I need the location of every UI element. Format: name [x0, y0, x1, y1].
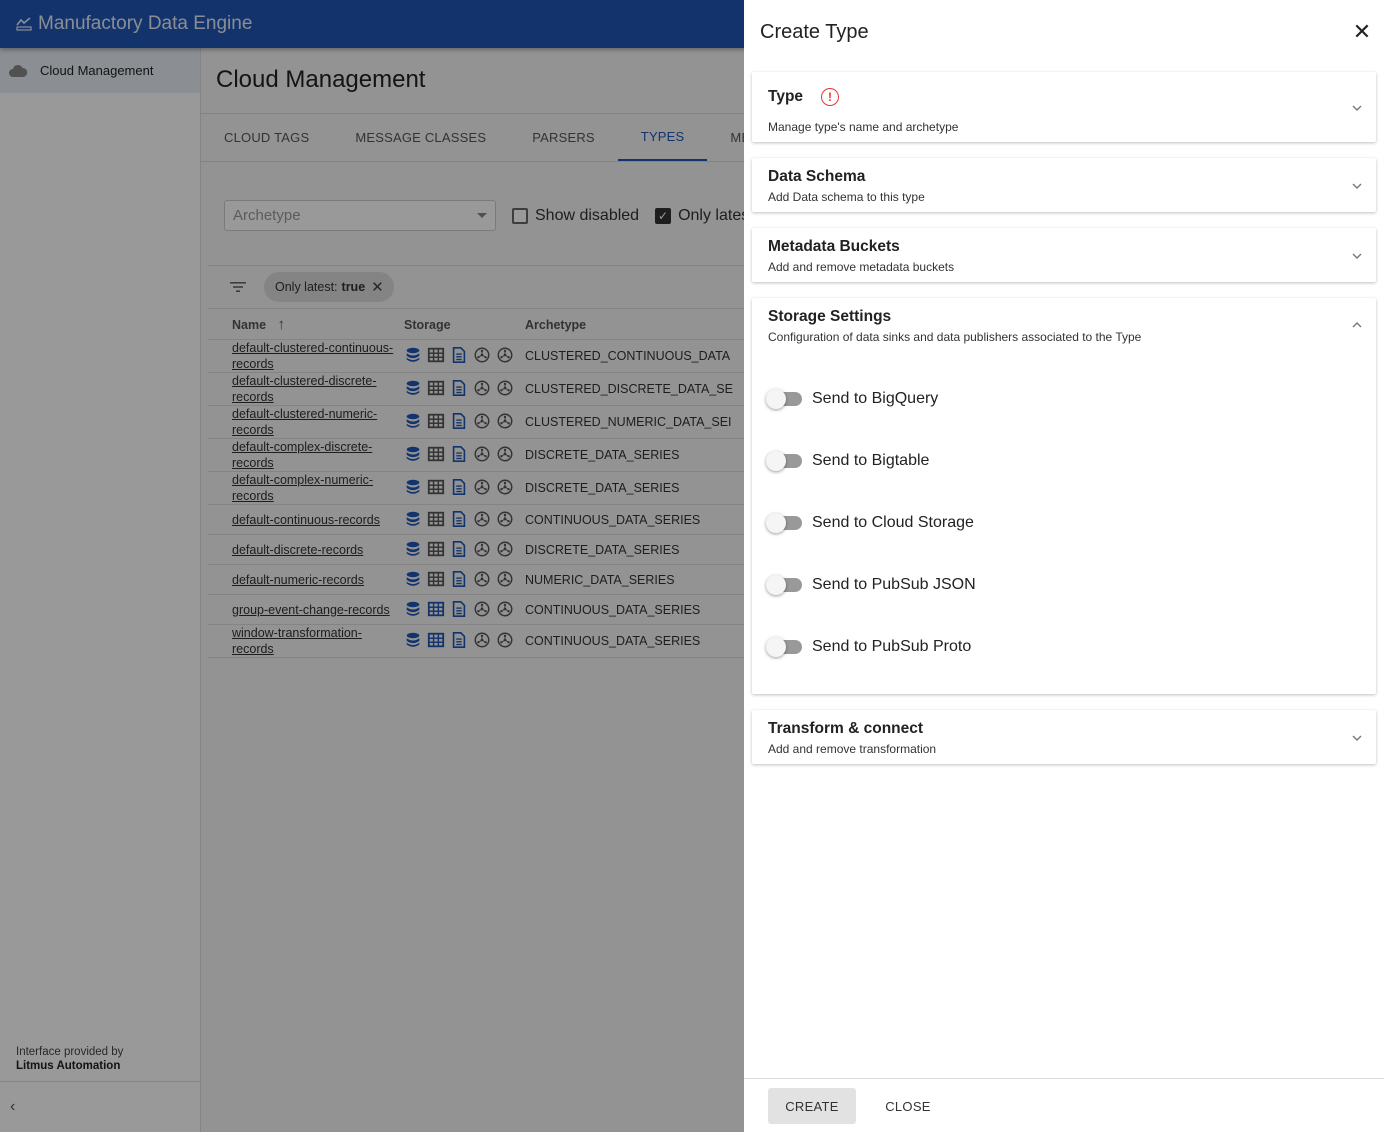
panel-subtitle: Add and remove transformation: [768, 742, 937, 756]
toggle-knob: [766, 513, 786, 533]
toggle-label: Send to PubSub JSON: [812, 576, 976, 593]
panel-transform-connect[interactable]: Transform & connect Add and remove trans…: [752, 710, 1376, 764]
panel-title[interactable]: Storage Settings: [768, 308, 891, 326]
toggle-switch[interactable]: [766, 637, 802, 657]
panel-subtitle: Add Data schema to this type: [768, 190, 925, 204]
toggle-label: Send to Cloud Storage: [812, 514, 974, 531]
storage-toggle[interactable]: Send to Bigtable: [766, 451, 930, 471]
close-icon[interactable]: ✕: [1350, 19, 1374, 44]
create-type-drawer: Create Type ✕ Type! Manage type's name a…: [744, 0, 1384, 1132]
panel-data-schema[interactable]: Data Schema Add Data schema to this type: [752, 158, 1376, 212]
chevron-down-icon: [1352, 183, 1362, 189]
panel-title: Metadata Buckets: [768, 238, 900, 255]
error-icon: !: [821, 88, 840, 106]
storage-toggle[interactable]: Send to PubSub JSON: [766, 575, 976, 595]
panel-subtitle: Add and remove metadata buckets: [768, 260, 955, 274]
panel-title: Transform & connect: [768, 720, 924, 737]
chevron-down-icon: [1352, 253, 1362, 259]
storage-toggle[interactable]: Send to Cloud Storage: [766, 513, 974, 533]
drawer-title: Create Type: [760, 21, 869, 43]
toggle-switch[interactable]: [766, 389, 802, 409]
toggle-switch[interactable]: [766, 451, 802, 471]
toggle-knob: [766, 451, 786, 471]
toggle-label: Send to PubSub Proto: [812, 638, 972, 655]
chevron-up-icon[interactable]: [1352, 320, 1362, 330]
toggle-label: Send to BigQuery: [812, 390, 939, 407]
storage-toggle[interactable]: Send to BigQuery: [766, 389, 939, 409]
close-button[interactable]: CLOSE: [876, 1088, 940, 1124]
toggle-knob: [766, 575, 786, 595]
app-root: Manufactory Data Engine Cloud Management…: [0, 0, 1384, 1132]
chevron-down-icon: [1352, 105, 1362, 111]
drawer-footer: CREATE CLOSE: [744, 1078, 1384, 1132]
panel-title: Data Schema: [768, 168, 866, 185]
chevron-down-icon: [1352, 735, 1362, 741]
toggle-switch[interactable]: [766, 575, 802, 595]
toggle-knob: [766, 389, 786, 409]
panel-metadata-buckets[interactable]: Metadata Buckets Add and remove metadata…: [752, 228, 1376, 282]
toggle-label: Send to Bigtable: [812, 452, 930, 469]
storage-toggle[interactable]: Send to PubSub Proto: [766, 637, 972, 657]
panel-storage-settings: Storage Settings Configuration of data s…: [752, 298, 1376, 694]
toggle-knob: [766, 637, 786, 657]
create-button[interactable]: CREATE: [768, 1088, 856, 1124]
toggle-switch[interactable]: [766, 513, 802, 533]
panel-title: Type!: [768, 88, 840, 106]
modal-backdrop[interactable]: [0, 0, 744, 1132]
panel-type[interactable]: Type! Manage type's name and archetype: [752, 72, 1376, 142]
panel-subtitle: Manage type's name and archetype: [768, 120, 959, 134]
panel-subtitle: Configuration of data sinks and data pub…: [768, 330, 1142, 344]
